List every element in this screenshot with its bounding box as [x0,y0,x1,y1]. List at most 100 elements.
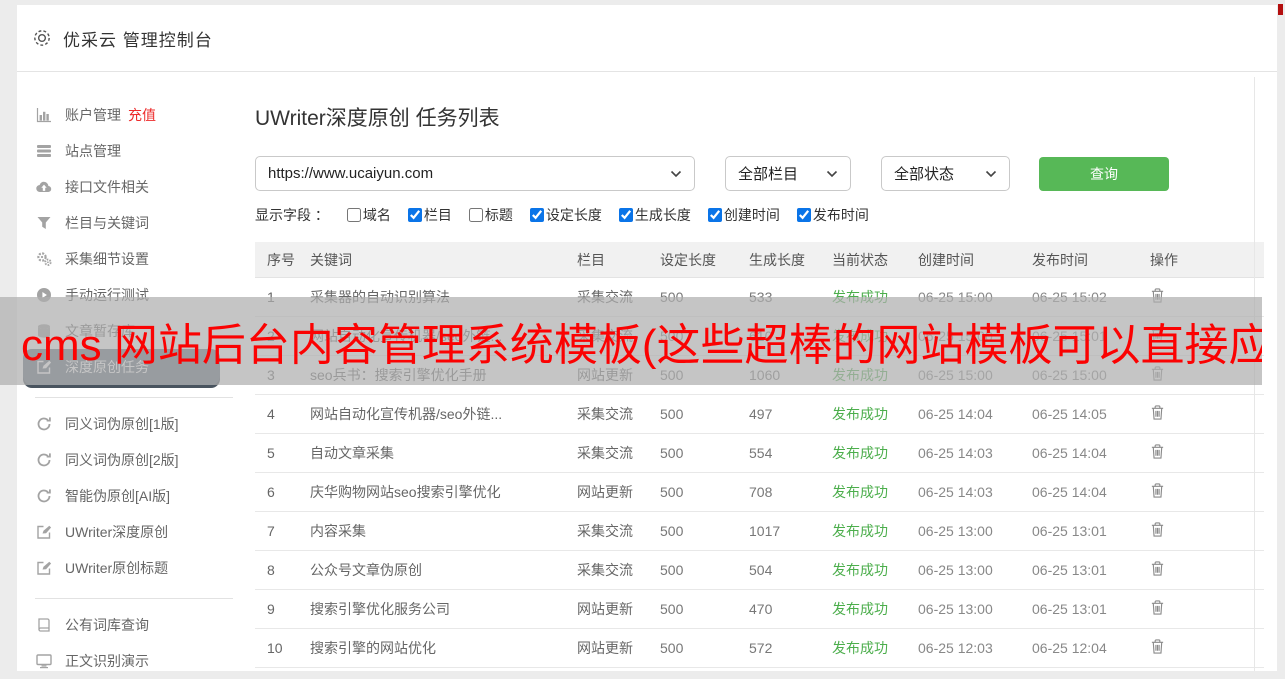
gears-icon [35,251,52,268]
display-field-label: 生成长度 [634,207,691,223]
cell-id: 1 [267,289,275,305]
cell-id: 7 [267,523,275,539]
sidebar-item[interactable]: 深度原创任务 [23,349,220,385]
cell-set_length: 500 [660,640,684,656]
cell-category: 网站更新 [577,640,633,656]
delete-button[interactable] [1150,366,1168,384]
cell-published: 06-25 14:04 [1032,445,1107,461]
table-row: 4 网站自动化宣传机器/seo外链... 采集交流 500 497 发布成功 06-25 1… [255,395,1264,434]
delete-button[interactable] [1150,327,1168,345]
display-field-checkbox[interactable] [529,208,544,222]
display-field-option[interactable]: 生成长度 [618,205,691,225]
cell-set_length: 500 [660,484,684,500]
column-header: 发布时间 [1032,251,1088,268]
display-field-checkbox[interactable] [618,208,633,222]
display-field-checkbox[interactable] [468,208,483,222]
cell-keyword: 庆华购物网站seo搜索引擎优化 [310,484,501,500]
sidebar-divider [35,397,233,398]
delete-button[interactable] [1150,522,1168,540]
cell-created: 06-25 15:00 [918,289,993,305]
sidebar-item[interactable]: 账户管理 充值 [17,97,245,133]
watermark-fragment [1278,4,1283,15]
sidebar-item[interactable]: UWriter深度原创 [17,514,245,550]
delete-button[interactable] [1150,483,1168,501]
delete-button[interactable] [1150,405,1168,423]
display-field-option[interactable]: 发布时间 [796,205,869,225]
sidebar-item[interactable]: 公有词库查询 [17,607,245,643]
database-icon [35,323,52,340]
book-icon [35,617,52,634]
display-field-option[interactable]: 栏目 [407,205,452,225]
trash-icon [1150,483,1165,501]
sidebar-item[interactable]: 手动运行测试 [17,277,245,313]
sidebar-item[interactable]: 栏目与关键词 [17,205,245,241]
cell-status: 发布成功 [832,328,888,344]
sidebar-item[interactable]: 站点管理 [17,133,245,169]
cell-id: 5 [267,445,275,461]
display-field-option[interactable]: 设定长度 [529,205,602,225]
cell-keyword: 公众号文章伪原创 [310,562,422,578]
display-field-option[interactable]: 创建时间 [707,205,780,225]
delete-button[interactable] [1150,561,1168,579]
trash-icon [1150,639,1165,657]
column-select[interactable]: 全部栏目 [725,156,851,191]
cell-status: 发布成功 [832,406,888,422]
status-select[interactable]: 全部状态 [881,156,1010,191]
cell-created: 06-25 13:00 [918,562,993,578]
table-row: 6 庆华购物网站seo搜索引擎优化 网站更新 500 708 发布成功 06-25 14:0… [255,473,1264,512]
cell-gen_length: 504 [749,562,773,578]
cell-published: 06-25 15:02 [1032,289,1107,305]
sidebar-item-label: 站点管理 [65,143,121,159]
cell-keyword: seo兵书：搜索引擎优化手册 [310,367,487,383]
display-field-checkbox[interactable] [346,208,361,222]
edit-icon [35,359,52,376]
display-field-option[interactable]: 标题 [468,205,513,225]
cell-category: 网站更新 [577,367,633,383]
sidebar-item[interactable]: 同义词伪原创[2版] [17,442,245,478]
trash-icon [1150,288,1165,306]
delete-button[interactable] [1150,639,1168,657]
trash-icon [1150,561,1165,579]
sidebar-item-label: 文章暂存库 [65,323,135,339]
sidebar-item[interactable]: 智能伪原创[AI版] [17,478,245,514]
cell-published: 06-25 15:00 [1032,367,1107,383]
display-field-label: 发布时间 [812,207,869,223]
table-row: 9 搜索引擎优化服务公司 网站更新 500 470 发布成功 06-25 13:00 06-2… [255,590,1264,629]
cell-gen_length: 610 [749,328,773,344]
chevron-down-icon [670,170,682,178]
cell-id: 4 [267,406,275,422]
cell-gen_length: 554 [749,445,773,461]
sidebar-item[interactable]: 文章暂存库 [17,313,245,349]
delete-button[interactable] [1150,444,1168,462]
task-table: 序号 关键词 栏目 设定长度 生成长度 当前状态 创建时间 发布时间 操作 1 采集器的自动识别算… [255,242,1264,668]
cell-actions [1150,600,1264,618]
display-field-option[interactable]: 域名 [346,205,391,225]
column-header: 关键词 [310,251,352,268]
column-header: 创建时间 [918,251,974,268]
domain-select[interactable]: https://www.ucaiyun.com [255,156,695,191]
delete-button[interactable] [1150,600,1168,618]
cell-id: 10 [267,640,283,656]
sidebar-item[interactable]: 接口文件相关 [17,169,245,205]
chevron-down-icon [985,170,997,178]
sidebar-item[interactable]: 同义词伪原创[1版] [17,406,245,442]
display-field-checkbox[interactable] [796,208,811,222]
sidebar-item[interactable]: UWriter原创标题 [17,550,245,586]
query-button[interactable]: 查询 [1039,156,1169,191]
sidebar-item-label: 账户管理 [65,107,121,123]
cell-status: 发布成功 [832,445,888,461]
table-row: 7 内容采集 采集交流 500 1017 发布成功 06-25 13:00 06-25 13:… [255,512,1264,551]
cell-keyword: 搜索引擎的网站优化 [310,640,436,656]
display-field-checkbox[interactable] [707,208,722,222]
cell-actions [1150,561,1264,579]
cell-gen_length: 470 [749,601,773,617]
display-field-checkbox[interactable] [407,208,422,222]
sidebar-item[interactable]: 采集细节设置 [17,241,245,277]
delete-button[interactable] [1150,288,1168,306]
table-body: 1 采集器的自动识别算法 采集交流 500 533 发布成功 06-25 15:00 06-2… [255,278,1264,668]
cell-keyword: 网站自动化宣传机器/seo外链... [310,328,503,344]
recharge-badge[interactable]: 充值 [128,105,156,125]
sidebar-item[interactable]: 正文识别演示 [17,643,245,679]
cell-gen_length: 497 [749,406,773,422]
filter-bar: https://www.ucaiyun.com 全部栏目 全部状态 查询 [255,156,1277,191]
